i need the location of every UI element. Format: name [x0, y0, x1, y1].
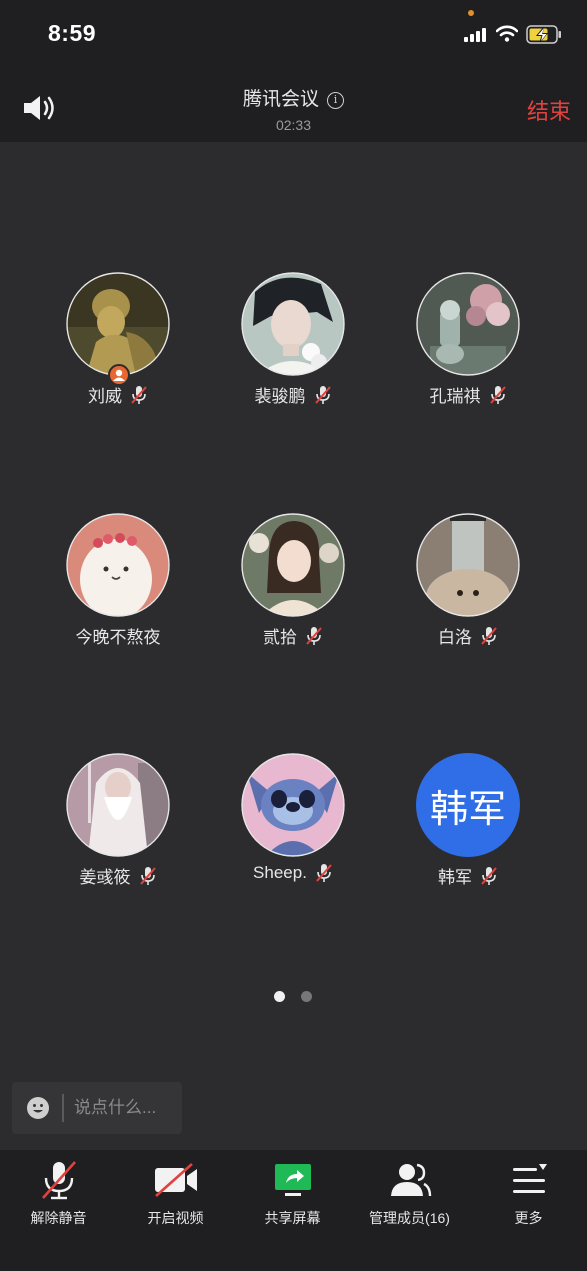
- mic-muted-icon: [306, 626, 322, 645]
- chat-divider: [62, 1094, 64, 1122]
- page-dot-active[interactable]: [274, 991, 285, 1002]
- avatar-image: [66, 272, 170, 376]
- battery-charging-icon: [526, 25, 561, 44]
- host-badge-icon: [108, 364, 130, 386]
- status-bar: 8:59: [0, 0, 587, 72]
- avatar: [416, 513, 520, 617]
- participant-name: 孔瑞祺: [429, 387, 481, 406]
- avatar: [66, 272, 170, 386]
- participant-name-row: Sheep.: [203, 863, 383, 883]
- avatar: [241, 513, 345, 617]
- avatar-image: [66, 753, 170, 857]
- participant-tile[interactable]: 孔瑞祺: [378, 272, 558, 407]
- share-screen-icon: [274, 1164, 311, 1196]
- participant-name: Sheep.: [253, 863, 307, 882]
- participant-name-row: 姜彧筱: [28, 863, 208, 888]
- page-indicator: [274, 991, 312, 1002]
- participant-name: 韩军: [438, 868, 472, 887]
- avatar: [241, 753, 345, 857]
- end-meeting-button[interactable]: 结束: [527, 94, 571, 126]
- bottom-toolbar: 解除静音 开启视频 共享屏幕 管理成员(16) 更多: [0, 1150, 587, 1271]
- meeting-title: 腾讯会议: [242, 89, 319, 110]
- avatar: [241, 272, 345, 376]
- participant-name: 贰拾: [263, 628, 297, 647]
- info-icon[interactable]: i: [327, 92, 344, 109]
- more-menu-icon: [512, 1164, 547, 1193]
- avatar: [66, 513, 170, 617]
- share-screen-label: 共享屏幕: [264, 1210, 321, 1226]
- mic-muted-icon: [131, 385, 147, 404]
- more-button[interactable]: 更多: [470, 1160, 587, 1228]
- avatar-image: [241, 753, 345, 857]
- start-video-label: 开启视频: [147, 1210, 204, 1226]
- avatar: 韩军: [416, 753, 520, 857]
- participant-name-row: 今晚不熬夜: [28, 623, 208, 648]
- emoji-icon[interactable]: [26, 1096, 50, 1120]
- signal-icon: [464, 28, 486, 42]
- start-video-button[interactable]: 开启视频: [117, 1160, 234, 1228]
- meeting-header: 腾讯会议 i 02:33 结束: [0, 72, 587, 142]
- participant-name-row: 韩军: [378, 863, 558, 888]
- share-screen-button[interactable]: 共享屏幕: [234, 1160, 351, 1228]
- participant-name-row: 白洛: [378, 623, 558, 648]
- video-off-icon: [154, 1163, 197, 1197]
- mic-muted-icon: [139, 866, 156, 885]
- mic-muted-icon: [481, 866, 497, 885]
- manage-members-label: 管理成员(16): [369, 1210, 450, 1226]
- mic-muted-icon: [314, 385, 331, 404]
- privacy-indicator-dot: [468, 10, 474, 16]
- participant-name-row: 孔瑞祺: [378, 382, 558, 407]
- participant-tile[interactable]: Sheep.: [203, 753, 383, 883]
- avatar-image: [66, 513, 170, 617]
- chat-input[interactable]: [74, 1094, 178, 1122]
- participant-name: 今晚不熬夜: [75, 628, 161, 647]
- participant-tile[interactable]: 今晚不熬夜: [28, 513, 208, 648]
- avatar: [416, 272, 520, 376]
- mic-muted-icon: [316, 864, 332, 882]
- participant-name-row: 裴骏鹏: [203, 382, 383, 407]
- mic-muted-icon: [481, 626, 497, 645]
- more-label: 更多: [514, 1210, 543, 1226]
- avatar: [66, 753, 170, 857]
- participant-name: 姜彧筱: [79, 868, 131, 887]
- participant-name: 裴骏鹏: [254, 387, 306, 406]
- avatar-image: [241, 272, 345, 376]
- meeting-duration: 02:33: [275, 117, 312, 133]
- page-dot[interactable]: [301, 991, 312, 1002]
- participant-tile[interactable]: 刘威: [28, 272, 208, 407]
- wifi-icon: [496, 25, 518, 42]
- chat-input-box[interactable]: [12, 1082, 182, 1134]
- participant-name: 白洛: [438, 628, 472, 647]
- participant-tile[interactable]: 贰拾: [203, 513, 383, 648]
- participant-tile[interactable]: 白洛: [378, 513, 558, 648]
- status-time: 8:59: [48, 20, 97, 46]
- members-icon: [390, 1163, 431, 1197]
- unmute-button[interactable]: 解除静音: [0, 1160, 117, 1228]
- participant-name-row: 贰拾: [203, 623, 383, 648]
- text-avatar: 韩军: [416, 753, 520, 857]
- avatar-image: [416, 272, 520, 376]
- avatar-image: [416, 513, 520, 617]
- mic-muted-icon: [489, 385, 506, 404]
- avatar-image: [241, 513, 345, 617]
- participant-tile[interactable]: 姜彧筱: [28, 753, 208, 888]
- meeting-title-wrap: 腾讯会议 i: [0, 84, 587, 111]
- manage-members-button[interactable]: 管理成员(16): [351, 1160, 468, 1228]
- participant-tile[interactable]: 裴骏鹏: [203, 272, 383, 407]
- unmute-label: 解除静音: [30, 1210, 87, 1226]
- participant-tile[interactable]: 韩军 韩军: [378, 753, 558, 888]
- mic-muted-icon: [41, 1161, 76, 1200]
